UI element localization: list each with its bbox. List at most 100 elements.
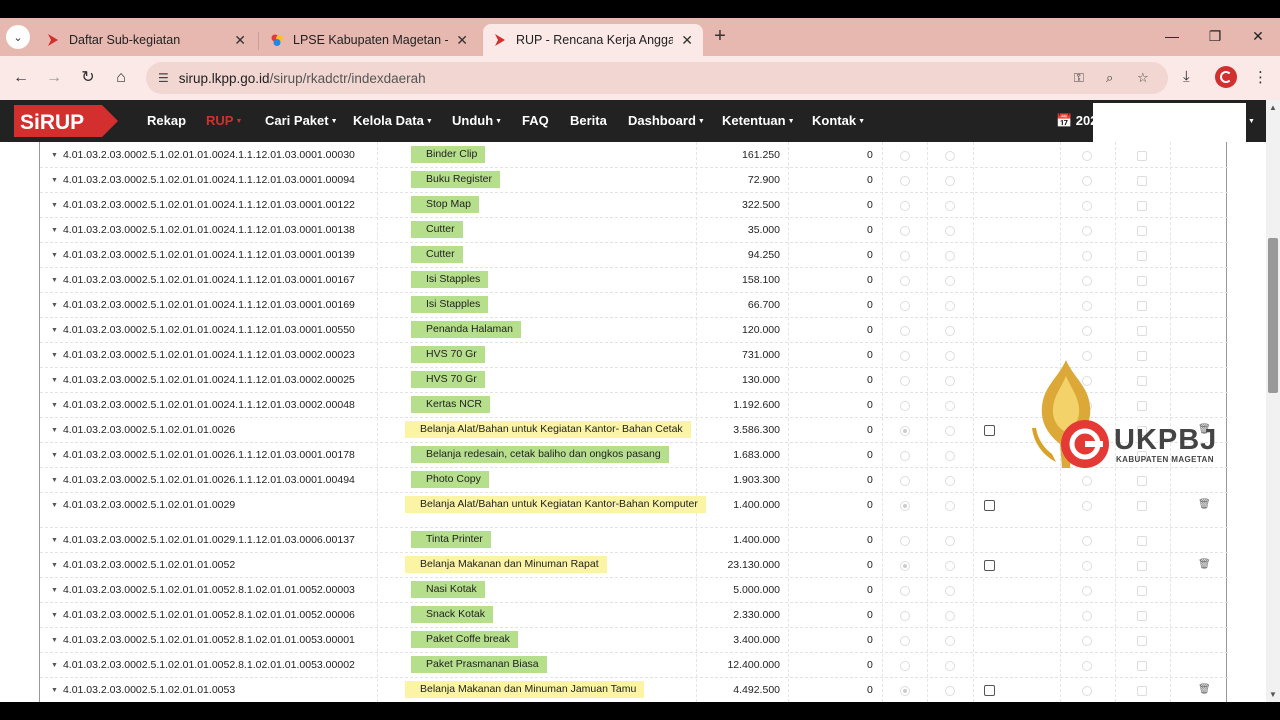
reload-icon[interactable]: ↻	[77, 67, 99, 89]
row-code[interactable]: 4.01.03.2.03.0002.5.1.02.01.01.0026.1.1.…	[51, 449, 355, 461]
nav-rup[interactable]: RUP ▼	[206, 113, 242, 128]
row-radio[interactable]	[945, 176, 955, 186]
nav-cari-paket[interactable]: Cari Paket ▼	[265, 113, 338, 128]
row-radio[interactable]	[1082, 686, 1092, 696]
scroll-up-arrow-icon[interactable]: ▲	[1269, 103, 1277, 112]
row-radio[interactable]	[945, 301, 955, 311]
tab-lpse[interactable]: LPSE Kabupaten Magetan - Ber ✕	[260, 24, 478, 56]
back-arrow-icon[interactable]: ←	[10, 67, 32, 89]
row-radio[interactable]	[900, 561, 910, 571]
row-code[interactable]: 4.01.03.2.03.0002.5.1.02.01.01.0024.1.1.…	[51, 149, 355, 161]
row-radio[interactable]	[1082, 151, 1092, 161]
row-radio[interactable]	[945, 201, 955, 211]
row-code[interactable]: 4.01.03.2.03.0002.5.1.02.01.01.0052.8.1.…	[51, 634, 355, 646]
row-code[interactable]: 4.01.03.2.03.0002.5.1.02.01.01.0024.1.1.…	[51, 324, 355, 336]
row-radio[interactable]	[945, 276, 955, 286]
nav-faq[interactable]: FAQ	[522, 113, 549, 128]
row-code[interactable]: 4.01.03.2.03.0002.5.1.02.01.01.0024.1.1.…	[51, 399, 355, 411]
nav-ketentuan[interactable]: Ketentuan ▼	[722, 113, 795, 128]
select-account-checkbox[interactable]	[984, 560, 995, 571]
row-checkbox[interactable]	[1137, 611, 1147, 621]
row-radio[interactable]	[945, 326, 955, 336]
zoom-icon[interactable]: ⌕	[1106, 70, 1113, 86]
row-code[interactable]: 4.01.03.2.03.0002.5.1.02.01.01.0024.1.1.…	[51, 199, 355, 211]
row-radio[interactable]	[900, 226, 910, 236]
row-code[interactable]: 4.01.03.2.03.0002.5.1.02.01.01.0052.8.1.…	[51, 609, 355, 621]
row-code[interactable]: 4.01.03.2.03.0002.5.1.02.01.01.0026.1.1.…	[51, 474, 355, 486]
page-scrollbar[interactable]: ▲ ▼	[1266, 100, 1280, 702]
row-checkbox[interactable]	[1137, 586, 1147, 596]
row-radio[interactable]	[900, 176, 910, 186]
row-radio[interactable]	[945, 401, 955, 411]
row-checkbox[interactable]	[1137, 476, 1147, 486]
row-radio[interactable]	[1082, 661, 1092, 671]
download-icon[interactable]: ⤓	[1183, 68, 1190, 85]
row-checkbox[interactable]	[1137, 226, 1147, 236]
scroll-down-arrow-icon[interactable]: ▼	[1269, 690, 1277, 699]
scrollbar-thumb[interactable]	[1268, 238, 1278, 393]
row-radio[interactable]	[945, 151, 955, 161]
close-tab-icon[interactable]: ✕	[681, 32, 693, 49]
row-radio[interactable]	[945, 586, 955, 596]
row-radio[interactable]	[900, 276, 910, 286]
row-code[interactable]: 4.01.03.2.03.0002.5.1.02.01.01.0052.8.1.…	[51, 659, 355, 671]
row-radio[interactable]	[945, 661, 955, 671]
row-radio[interactable]	[945, 426, 955, 436]
forward-arrow-icon[interactable]: →	[43, 67, 65, 89]
select-account-checkbox[interactable]	[984, 425, 995, 436]
home-icon[interactable]: ⌂	[110, 67, 132, 89]
nav-rekap[interactable]: Rekap	[147, 113, 186, 128]
row-radio[interactable]	[900, 661, 910, 671]
row-radio[interactable]	[1082, 251, 1092, 261]
tab-rup-active[interactable]: RUP - Rencana Kerja Anggaran ✕	[483, 24, 703, 56]
nav-unduh[interactable]: Unduh ▼	[452, 113, 502, 128]
row-radio[interactable]	[900, 251, 910, 261]
row-code[interactable]: 4.01.03.2.03.0002.5.1.02.01.01.0024.1.1.…	[51, 174, 355, 186]
row-radio[interactable]	[900, 351, 910, 361]
row-radio[interactable]	[900, 201, 910, 211]
trash-icon[interactable]: 🗑	[1198, 559, 1211, 570]
row-radio[interactable]	[900, 586, 910, 596]
row-code[interactable]: 4.01.03.2.03.0002.5.1.02.01.01.0024.1.1.…	[51, 274, 355, 286]
row-radio[interactable]	[945, 611, 955, 621]
row-radio[interactable]	[900, 476, 910, 486]
row-radio[interactable]	[1082, 586, 1092, 596]
minimize-icon[interactable]: —	[1162, 28, 1182, 44]
row-checkbox[interactable]	[1137, 276, 1147, 286]
row-radio[interactable]	[1082, 476, 1092, 486]
row-radio[interactable]	[900, 611, 910, 621]
row-radio[interactable]	[1082, 226, 1092, 236]
row-radio[interactable]	[1082, 301, 1092, 311]
row-code[interactable]: 4.01.03.2.03.0002.5.1.02.01.01.0029.1.1.…	[51, 534, 355, 546]
window-close-icon[interactable]: ✕	[1248, 28, 1268, 45]
row-radio[interactable]	[945, 451, 955, 461]
row-radio[interactable]	[900, 636, 910, 646]
row-code[interactable]: 4.01.03.2.03.0002.5.1.02.01.01.0053	[51, 684, 235, 696]
menu-dots-icon[interactable]: ⋮	[1253, 68, 1268, 86]
row-radio[interactable]	[945, 686, 955, 696]
row-radio[interactable]	[1082, 611, 1092, 621]
row-code[interactable]: 4.01.03.2.03.0002.5.1.02.01.01.0024.1.1.…	[51, 299, 355, 311]
nav-kelola-data[interactable]: Kelola Data ▼	[353, 113, 433, 128]
row-code[interactable]: 4.01.03.2.03.0002.5.1.02.01.01.0024.1.1.…	[51, 374, 355, 386]
row-checkbox[interactable]	[1137, 636, 1147, 646]
row-checkbox[interactable]	[1137, 176, 1147, 186]
select-account-checkbox[interactable]	[984, 500, 995, 511]
row-radio[interactable]	[900, 536, 910, 546]
profile-avatar[interactable]	[1215, 66, 1237, 88]
row-code[interactable]: 4.01.03.2.03.0002.5.1.02.01.01.0024.1.1.…	[51, 249, 355, 261]
tab-daftar-sub-kegiatan[interactable]: Daftar Sub-kegiatan ✕	[36, 24, 256, 56]
row-radio[interactable]	[900, 426, 910, 436]
row-radio[interactable]	[900, 451, 910, 461]
row-radio[interactable]	[945, 501, 955, 511]
nav-year-selector[interactable]: 📅 202	[1056, 113, 1098, 129]
address-bar[interactable]: ☰ sirup.lkpp.go.id/sirup/rkadctr/indexda…	[146, 62, 1168, 94]
row-radio[interactable]	[945, 536, 955, 546]
row-radio[interactable]	[900, 151, 910, 161]
row-radio[interactable]	[1082, 326, 1092, 336]
caret-down-icon[interactable]: ▼	[1246, 113, 1255, 128]
row-code[interactable]: 4.01.03.2.03.0002.5.1.02.01.01.0024.1.1.…	[51, 349, 355, 361]
row-checkbox[interactable]	[1137, 301, 1147, 311]
row-radio[interactable]	[900, 401, 910, 411]
row-checkbox[interactable]	[1137, 561, 1147, 571]
